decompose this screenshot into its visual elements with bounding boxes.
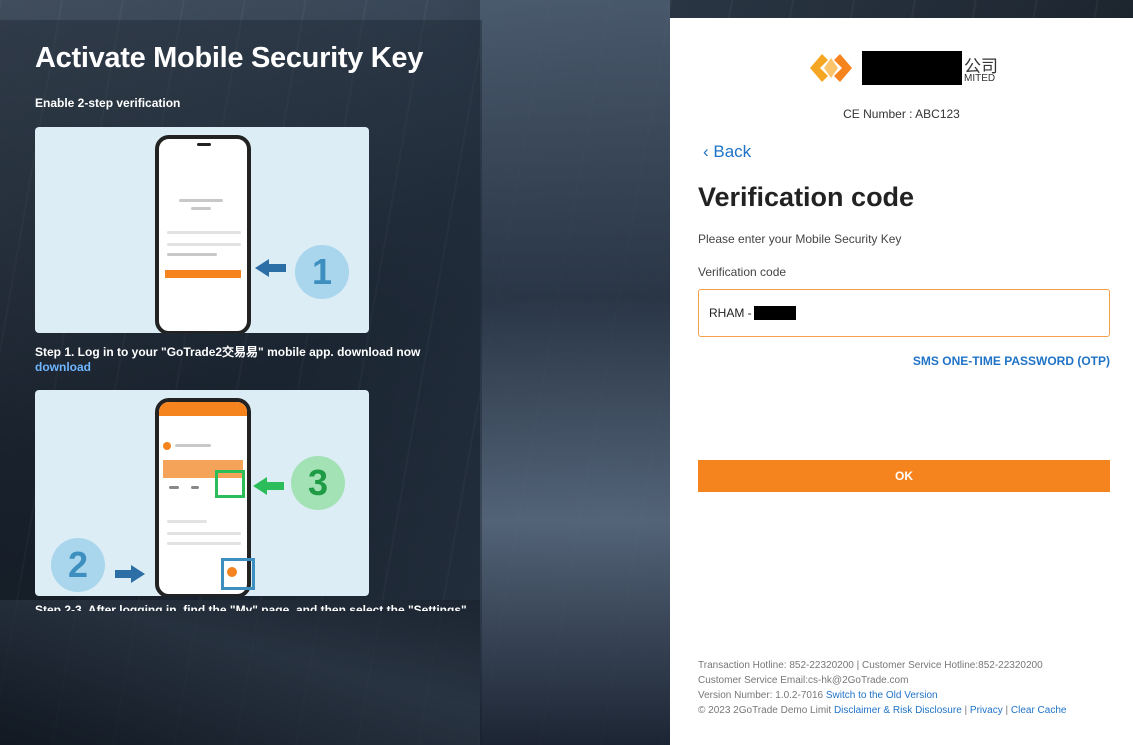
copyright-text: © 2023 2GoTrade Demo Limit bbox=[698, 705, 834, 716]
ce-number: CE Number : ABC123 bbox=[843, 107, 960, 121]
phone-mockup bbox=[155, 135, 251, 333]
company-logo-icon bbox=[810, 54, 852, 82]
ok-button[interactable]: OK bbox=[698, 460, 1110, 492]
company-name-redacted bbox=[862, 51, 962, 85]
step2-illustration: 3 2 bbox=[35, 390, 369, 596]
verification-card: 公司 MITED CE Number : ABC123 ‹ Back Verif… bbox=[670, 18, 1133, 745]
download-link[interactable]: download bbox=[35, 360, 91, 374]
copyright-line: © 2023 2GoTrade Demo Limit Disclaimer & … bbox=[698, 703, 1066, 718]
step-number-1: 1 bbox=[295, 245, 349, 299]
tutorial-panel: Activate Mobile Security Key Enable 2-st… bbox=[0, 0, 482, 745]
settings-highlight-box bbox=[215, 470, 245, 498]
version-line: Version Number: 1.0.2-7016 Switch to the… bbox=[698, 688, 1066, 703]
step-number-3: 3 bbox=[291, 456, 345, 510]
switch-old-version-link[interactable]: Switch to the Old Version bbox=[826, 690, 938, 701]
email-text: Customer Service Email:cs-hk@2GoTrade.co… bbox=[698, 675, 909, 686]
privacy-link[interactable]: Privacy bbox=[970, 705, 1003, 716]
instruction-text: Please enter your Mobile Security Key bbox=[698, 232, 902, 246]
step1-illustration: 1 bbox=[35, 127, 369, 333]
step1-text: Step 1. Log in to your "GoTrade2交易易" mob… bbox=[35, 345, 421, 359]
tutorial-title: Activate Mobile Security Key bbox=[35, 42, 424, 74]
my-tab-highlight-box bbox=[221, 558, 255, 590]
arrow-right-icon bbox=[131, 565, 145, 583]
verification-code-label: Verification code bbox=[698, 265, 787, 279]
separator: | bbox=[1002, 705, 1011, 716]
input-value-prefix: RHAM - bbox=[709, 306, 752, 320]
page-title: Verification code bbox=[698, 182, 915, 212]
step2-text: Step 2-3. After logging in, find the "My… bbox=[35, 603, 467, 611]
input-value-redacted bbox=[753, 306, 796, 320]
company-name-en: MITED bbox=[964, 73, 996, 84]
arrow-left-icon bbox=[255, 259, 269, 277]
footer: Transaction Hotline: 852-22320200 | Cust… bbox=[698, 658, 1066, 718]
hotline-text: Transaction Hotline: 852-22320200 | Cust… bbox=[698, 660, 1043, 671]
background-shard bbox=[480, 0, 670, 745]
version-text: Version Number: 1.0.2-7016 bbox=[698, 690, 826, 701]
disclaimer-link[interactable]: Disclaimer & Risk Disclosure bbox=[834, 705, 962, 716]
arrow-left-icon bbox=[253, 477, 267, 495]
clear-cache-link[interactable]: Clear Cache bbox=[1011, 705, 1067, 716]
verification-code-input[interactable]: RHAM - bbox=[698, 289, 1110, 337]
tutorial-subtitle: Enable 2-step verification bbox=[35, 96, 181, 110]
separator: | bbox=[961, 705, 970, 716]
step-number-2: 2 bbox=[51, 538, 105, 592]
back-link[interactable]: ‹ Back bbox=[703, 142, 751, 162]
sms-otp-link[interactable]: SMS ONE-TIME PASSWORD (OTP) bbox=[913, 354, 1110, 368]
